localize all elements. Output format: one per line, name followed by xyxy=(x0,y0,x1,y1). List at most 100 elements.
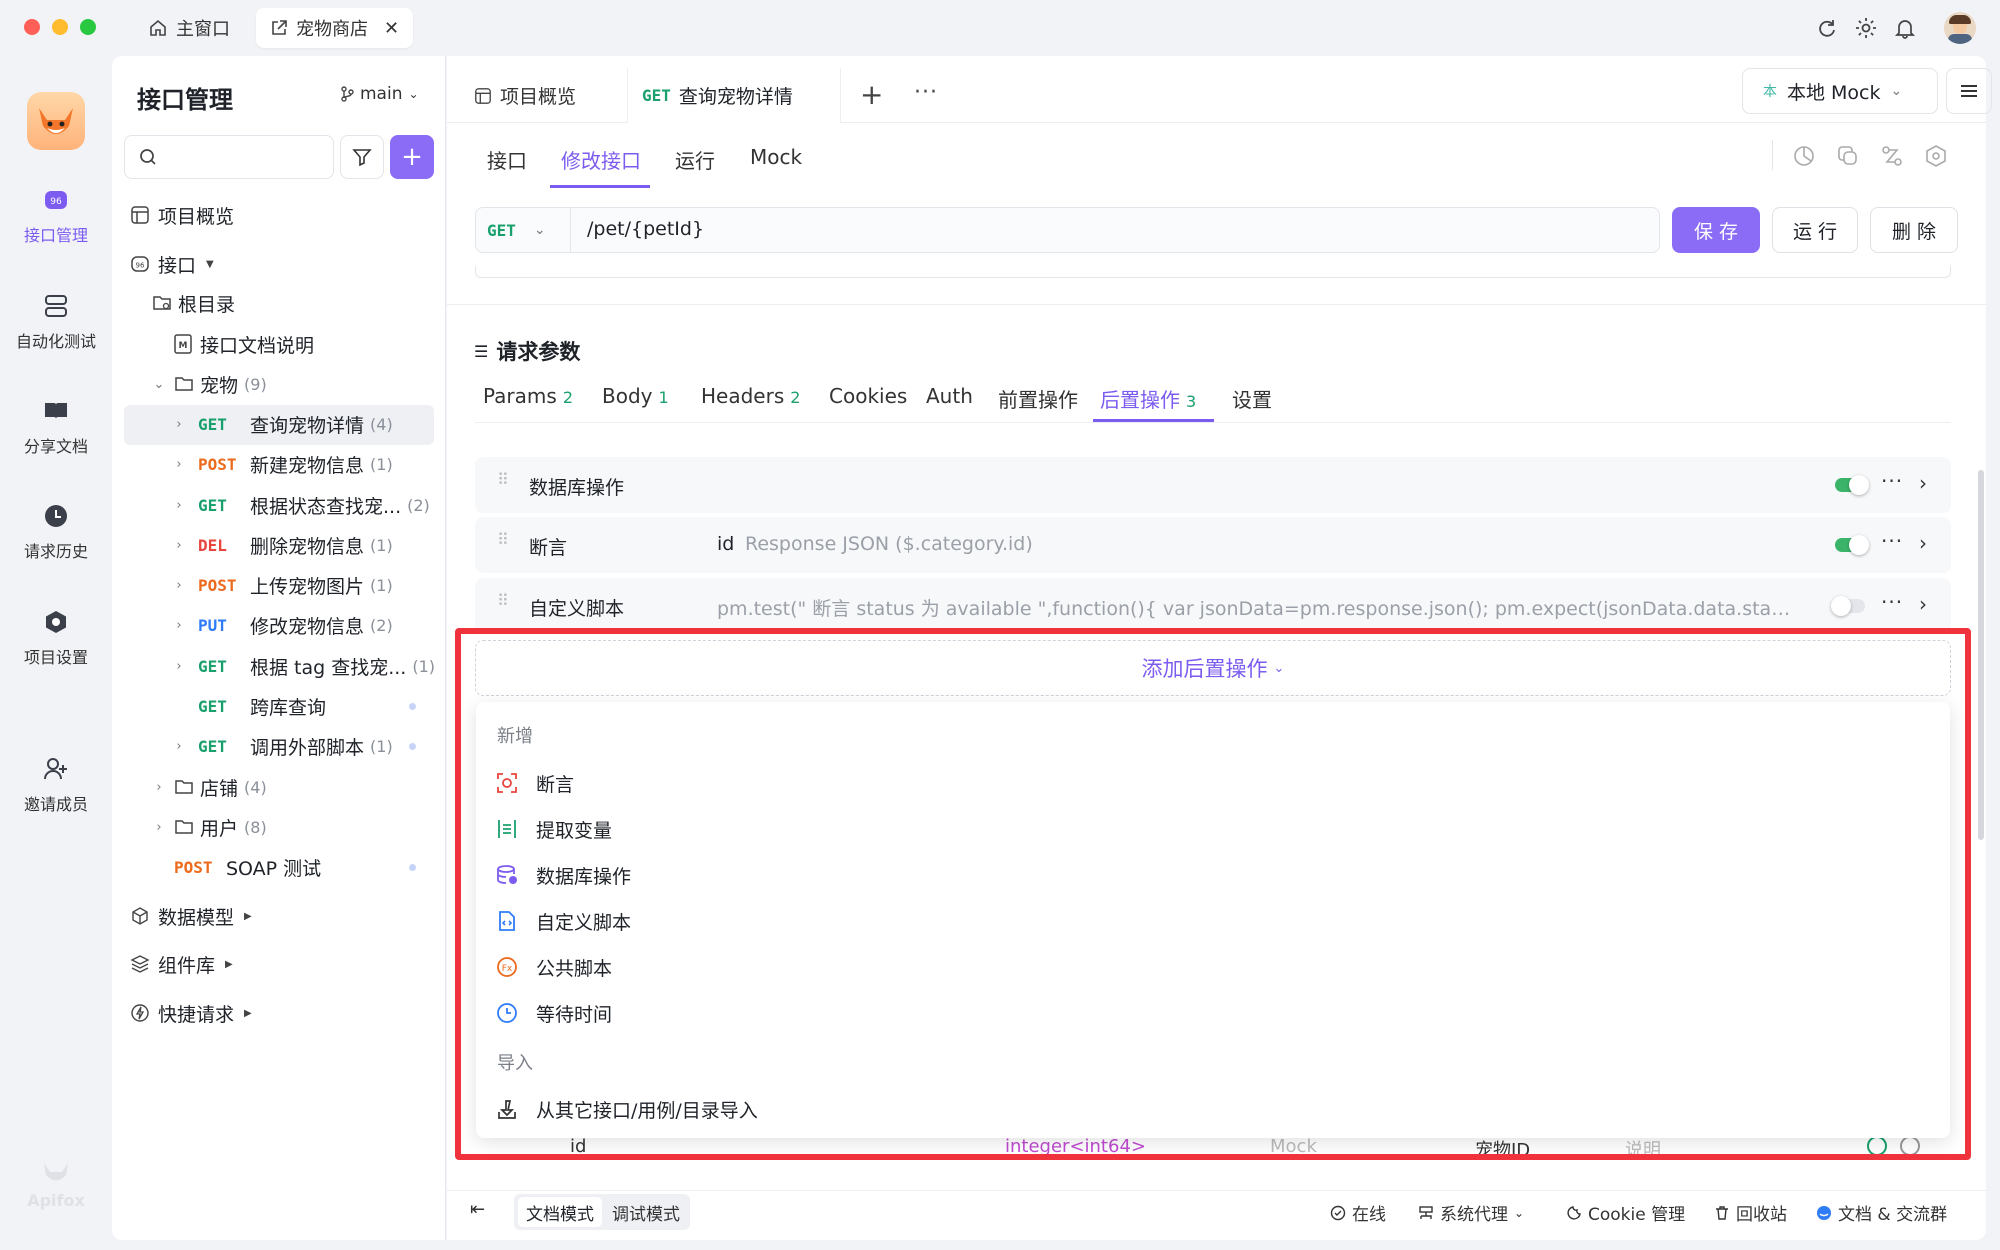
tree-count: (4) xyxy=(370,414,393,434)
status-online[interactable]: 在线 xyxy=(1330,1200,1386,1225)
gear-icon[interactable] xyxy=(1852,14,1880,42)
tree-item-pet-7[interactable]: GET 跨库查询 xyxy=(172,687,332,725)
tab-project-overview[interactable]: 项目概览 xyxy=(474,82,576,109)
section-components[interactable]: 组件库 ▶ xyxy=(130,945,233,983)
tree-item-pet-8[interactable]: › GET 调用外部脚本 (1) xyxy=(172,727,392,765)
subtab-run[interactable]: 运行 xyxy=(675,145,715,174)
avatar[interactable] xyxy=(1944,12,1976,44)
param-tab-pre-ops[interactable]: 前置操作 xyxy=(998,384,1078,413)
chevron-right-icon[interactable]: › xyxy=(1919,531,1927,555)
method-badge: POST xyxy=(198,575,237,595)
scrollbar[interactable] xyxy=(1978,470,1984,840)
tree-item-doc[interactable]: M 接口文档说明 xyxy=(174,325,314,363)
drag-handle-icon[interactable]: ⠿ xyxy=(497,593,509,609)
close-tab-icon[interactable]: ✕ xyxy=(384,18,399,39)
filter-button[interactable] xyxy=(340,135,384,179)
param-tab-auth[interactable]: Auth xyxy=(926,384,973,408)
markdown-icon: M xyxy=(174,334,192,354)
rail-item-history[interactable]: 请求历史 xyxy=(0,500,112,562)
rail-item-automation[interactable]: 自动化测试 xyxy=(0,290,112,352)
post-op-row[interactable]: ⠿ 断言 id Response JSON ($.category.id) ··… xyxy=(475,517,1951,573)
collapse-sidebar-icon[interactable]: ⇤ xyxy=(470,1199,485,1220)
debug-mode-button[interactable]: 调试模式 xyxy=(604,1197,688,1227)
tree-item-pet-3[interactable]: › DEL 删除宠物信息 (1) xyxy=(172,526,392,564)
param-tab-headers[interactable]: Headers 2 xyxy=(701,384,800,408)
param-tab-settings[interactable]: 设置 xyxy=(1232,384,1272,413)
drag-handle-icon[interactable]: ⠿ xyxy=(497,532,509,548)
refresh-icon[interactable] xyxy=(1813,14,1841,42)
post-op-row[interactable]: ⠿ 自定义脚本 pm.test(" 断言 status 为 available … xyxy=(475,578,1951,634)
param-tab-body[interactable]: Body 1 xyxy=(602,384,669,408)
menu-button[interactable] xyxy=(1946,68,1992,114)
branch-selector[interactable]: main ⌄ xyxy=(340,84,419,104)
tab-pet-store[interactable]: 宠物商店 ✕ xyxy=(256,8,414,48)
tab-get-pet-detail[interactable]: GET 查询宠物详情 xyxy=(627,68,841,123)
more-icon[interactable]: ··· xyxy=(1881,469,1903,493)
more-icon[interactable]: ··· xyxy=(1881,529,1903,553)
status-community[interactable]: 文档 & 交流群 xyxy=(1816,1200,1947,1225)
subtab-api[interactable]: 接口 xyxy=(487,145,527,174)
subtab-edit-api[interactable]: 修改接口 xyxy=(561,145,641,174)
chevron-right-icon[interactable]: › xyxy=(1919,471,1927,495)
search-input[interactable] xyxy=(124,135,334,179)
close-window-button[interactable] xyxy=(24,19,40,35)
tree-item-pet-4[interactable]: › POST 上传宠物图片 (1) xyxy=(172,566,392,604)
subtab-mock[interactable]: Mock xyxy=(750,145,802,169)
tree-item-pet-5[interactable]: › PUT 修改宠物信息 (2) xyxy=(172,606,392,644)
param-tab-post-ops[interactable]: 后置操作 3 xyxy=(1100,384,1196,413)
rail-item-invite[interactable]: 邀请成员 xyxy=(0,753,112,815)
more-icon[interactable]: ··· xyxy=(1881,590,1903,614)
bell-icon[interactable] xyxy=(1891,14,1919,42)
tree-folder-store[interactable]: › 店铺 (4) xyxy=(152,768,266,806)
more-tabs-button[interactable]: ··· xyxy=(914,80,938,105)
flow-icon[interactable] xyxy=(1880,144,1904,168)
chevron-right-icon[interactable]: › xyxy=(1919,592,1927,616)
drag-handle-icon[interactable]: ⠿ xyxy=(497,472,509,488)
tree-folder-pet[interactable]: ⌄ 宠物 (9) xyxy=(152,365,267,403)
tree-item-pet-2[interactable]: › GET 根据状态查找宠... (2) xyxy=(172,486,429,524)
tree-folder-user[interactable]: › 用户 (8) xyxy=(152,808,266,846)
enable-toggle[interactable] xyxy=(1835,535,1869,555)
op-detail-key: id xyxy=(717,533,735,555)
add-button[interactable]: + xyxy=(390,135,434,179)
tree-item-root[interactable]: 根目录 xyxy=(152,284,235,322)
param-tab-params[interactable]: Params 2 xyxy=(483,384,573,408)
section-quick-request[interactable]: 快捷请求 ▶ xyxy=(130,994,252,1032)
maximize-window-button[interactable] xyxy=(80,19,96,35)
settings-icon[interactable] xyxy=(1924,144,1948,168)
method-select[interactable]: GET ⌄ xyxy=(475,207,571,253)
save-button[interactable]: 保 存 xyxy=(1672,207,1760,253)
param-tab-cookies[interactable]: Cookies xyxy=(829,384,907,408)
enable-toggle[interactable] xyxy=(1831,596,1865,616)
status-trash[interactable]: 回收站 xyxy=(1714,1200,1787,1225)
rail-item-project-settings[interactable]: 项目设置 xyxy=(0,606,112,668)
rail-item-share-docs[interactable]: 分享文档 xyxy=(0,395,112,457)
rail-item-api[interactable]: 96 接口管理 xyxy=(0,184,112,246)
description-field[interactable] xyxy=(475,266,1951,278)
section-data-models[interactable]: 数据模型 ▶ xyxy=(130,897,252,935)
minimize-window-button[interactable] xyxy=(52,19,68,35)
pie-chart-icon[interactable] xyxy=(1792,144,1816,168)
new-tab-button[interactable]: + xyxy=(860,78,883,111)
tree-item-api[interactable]: 96 接口 ▼ xyxy=(130,245,214,283)
tree-item-pet-0[interactable]: › GET 查询宠物详情 (4) xyxy=(172,405,393,443)
run-button[interactable]: 运 行 xyxy=(1772,207,1858,253)
tree-item-soap[interactable]: POST SOAP 测试 xyxy=(174,848,321,886)
doc-mode-button[interactable]: 文档模式 xyxy=(518,1197,602,1227)
environment-selector[interactable]: 本 本地 Mock ⌄ xyxy=(1742,68,1938,114)
post-op-row[interactable]: ⠿ 数据库操作 ··· › xyxy=(475,457,1951,513)
tree-item-overview[interactable]: 项目概览 xyxy=(130,196,234,234)
enable-toggle[interactable] xyxy=(1835,475,1869,495)
chevron-right-icon: › xyxy=(176,497,182,513)
status-cookie[interactable]: Cookie 管理 xyxy=(1566,1200,1685,1225)
tree-item-pet-1[interactable]: › POST 新建宠物信息 (1) xyxy=(172,445,392,483)
tree-item-pet-6[interactable]: › GET 根据 tag 查找宠... (1) xyxy=(172,647,435,685)
tree-label: 店铺 xyxy=(200,777,239,800)
status-proxy[interactable]: 系统代理 ⌄ xyxy=(1418,1200,1524,1225)
url-input[interactable]: /pet/{petId} xyxy=(587,218,704,240)
tab-main-window[interactable]: 主窗口 xyxy=(134,8,244,48)
delete-button[interactable]: 删 除 xyxy=(1870,207,1958,253)
op-detail: pm.test(" 断言 status 为 available ",functi… xyxy=(717,598,1797,620)
copy-icon[interactable] xyxy=(1836,144,1860,168)
book-icon xyxy=(40,395,72,427)
